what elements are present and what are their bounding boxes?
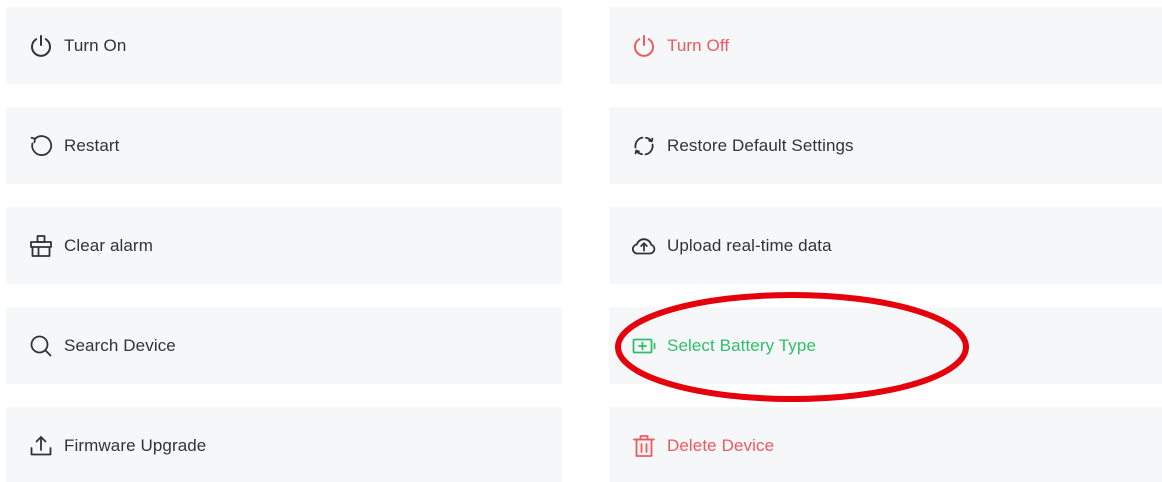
battery-add-icon <box>631 332 667 360</box>
turn-on-label: Turn On <box>64 35 127 55</box>
clear-alarm-button[interactable]: Clear alarm <box>6 207 562 284</box>
refresh-icon <box>631 132 667 160</box>
delete-device-label: Delete Device <box>667 435 775 455</box>
clear-alarm-label: Clear alarm <box>64 235 153 255</box>
turn-on-button[interactable]: Turn On <box>6 7 562 84</box>
restore-default-settings-button[interactable]: Restore Default Settings <box>609 107 1162 184</box>
turn-off-label: Turn Off <box>667 35 730 55</box>
upload-icon <box>28 432 64 460</box>
upload-real-time-data-button[interactable]: Upload real-time data <box>609 207 1162 284</box>
turn-off-button[interactable]: Turn Off <box>609 7 1162 84</box>
device-actions-panel: Turn On Turn Off Restart Restore Default… <box>0 0 1162 482</box>
restart-icon <box>28 132 64 160</box>
power-icon <box>631 32 667 60</box>
cloud-upload-icon <box>631 232 667 260</box>
restart-label: Restart <box>64 135 120 155</box>
select-battery-type-button[interactable]: Select Battery Type <box>609 307 1162 384</box>
restart-button[interactable]: Restart <box>6 107 562 184</box>
upload-real-time-data-label: Upload real-time data <box>667 235 832 255</box>
search-icon <box>28 332 64 360</box>
firmware-upgrade-label: Firmware Upgrade <box>64 435 207 455</box>
search-device-label: Search Device <box>64 335 176 355</box>
restore-default-settings-label: Restore Default Settings <box>667 135 854 155</box>
firmware-upgrade-button[interactable]: Firmware Upgrade <box>6 407 562 482</box>
select-battery-type-label: Select Battery Type <box>667 335 816 355</box>
clear-alarm-icon <box>28 232 64 260</box>
delete-device-button[interactable]: Delete Device <box>609 407 1162 482</box>
power-icon <box>28 32 64 60</box>
search-device-button[interactable]: Search Device <box>6 307 562 384</box>
trash-icon <box>631 432 667 460</box>
